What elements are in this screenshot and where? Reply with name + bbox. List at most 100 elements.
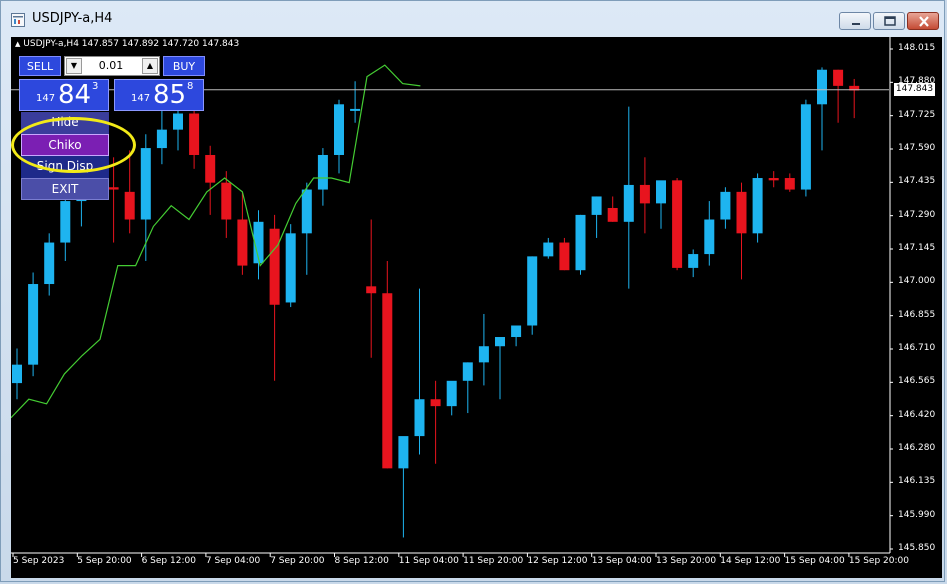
sign-disp-button[interactable]: Sign Disp <box>21 156 109 178</box>
candle <box>688 249 699 278</box>
candle-body <box>656 180 666 204</box>
candle-body <box>382 293 393 469</box>
candle-body <box>543 242 554 257</box>
current-price-label: 147.843 <box>894 83 935 96</box>
candle-body <box>317 154 328 190</box>
candle <box>478 313 489 386</box>
candle <box>269 214 280 381</box>
chart-symbol-header: ▲ USDJPY-a,H4 147.857 147.892 147.720 14… <box>15 39 239 49</box>
candle <box>495 337 505 400</box>
candle <box>784 173 795 192</box>
candle <box>382 260 393 469</box>
buy-price-pip: 8 <box>187 81 194 92</box>
candle-body <box>124 191 135 220</box>
candle <box>44 233 55 296</box>
candle-body <box>688 254 699 268</box>
candle-body <box>12 364 22 384</box>
price-tick-label: 145.850 <box>898 543 936 553</box>
candle-body <box>334 104 344 155</box>
close-icon <box>919 16 929 27</box>
lot-decrease-icon[interactable]: ▼ <box>66 58 82 74</box>
sell-price-button[interactable]: 147 84 3 <box>19 79 109 111</box>
time-tick-label: 5 Sep 20:00 <box>77 556 132 566</box>
candle <box>414 288 425 455</box>
candle-body <box>398 436 409 469</box>
candle-body <box>511 325 522 338</box>
candle <box>559 237 570 271</box>
candle <box>849 78 860 119</box>
candle <box>398 436 409 538</box>
lot-increase-icon[interactable]: ▲ <box>142 58 158 74</box>
price-axis[interactable]: 148.015 147.880 147.725 147.590 147.435 147.2… <box>895 37 942 578</box>
candle <box>591 196 602 238</box>
sell-button[interactable]: SELL <box>19 56 61 76</box>
candle-body <box>817 69 827 105</box>
candle-body <box>237 219 248 266</box>
candle <box>527 256 538 335</box>
price-tick-label: 146.420 <box>898 409 936 420</box>
candle <box>108 157 119 243</box>
candle-body <box>591 196 602 215</box>
candle-body <box>768 178 779 181</box>
candle <box>366 219 377 358</box>
candle <box>350 81 361 123</box>
candle <box>736 182 747 280</box>
buy-button[interactable]: BUY <box>163 56 205 76</box>
candle-body <box>173 113 183 130</box>
price-tick-label: 146.855 <box>898 309 936 320</box>
candle <box>768 171 779 188</box>
sell-price-pip: 3 <box>92 81 99 92</box>
title-bar[interactable]: USDJPY-a,H4 <box>1 1 946 35</box>
price-tick-label: 148.015 <box>898 43 936 53</box>
price-tick-label: 147.725 <box>898 109 936 120</box>
lot-size-value[interactable]: 0.01 <box>89 59 133 72</box>
price-tick-label: 146.710 <box>898 343 936 353</box>
candle <box>301 182 312 275</box>
maximize-button[interactable] <box>873 12 905 30</box>
candle-body <box>446 380 457 407</box>
candle <box>205 145 216 215</box>
buy-price-button[interactable]: 147 85 8 <box>114 79 204 111</box>
lot-size-field[interactable]: ▼ 0.01 ▲ <box>64 56 160 76</box>
time-tick-label: 7 Sep 20:00 <box>270 556 325 566</box>
close-button[interactable] <box>907 12 939 30</box>
price-tick-label: 147.590 <box>898 143 936 153</box>
time-tick-label: 5 Sep 2023 <box>13 556 65 566</box>
candle-body <box>462 362 473 381</box>
hide-button[interactable]: Hide <box>21 112 109 134</box>
candle <box>285 224 296 308</box>
candle <box>639 157 650 234</box>
candle-body <box>366 286 377 294</box>
chart-window-icon <box>11 12 25 27</box>
window-title: USDJPY-a,H4 <box>32 11 113 26</box>
candle-body <box>833 69 844 86</box>
time-tick-label: 6 Sep 12:00 <box>141 556 196 566</box>
candle <box>430 380 441 464</box>
candle-body <box>527 256 538 326</box>
price-chart[interactable]: ▲ USDJPY-a,H4 147.857 147.892 147.720 14… <box>11 37 942 578</box>
time-tick-label: 8 Sep 12:00 <box>334 556 389 566</box>
minimize-button[interactable] <box>839 12 871 30</box>
collapse-triangle-icon[interactable]: ▲ <box>15 40 20 48</box>
candle <box>800 99 811 197</box>
buy-price-big: 85 <box>153 80 187 110</box>
candle <box>607 196 618 222</box>
candle <box>720 187 731 229</box>
chiko-button[interactable]: Chiko <box>21 134 109 156</box>
candle-body <box>44 242 55 285</box>
candle-body <box>559 242 570 271</box>
exit-button[interactable]: EXIT <box>21 178 109 200</box>
candle <box>446 380 457 416</box>
candle-body <box>623 184 634 222</box>
candle <box>462 362 473 414</box>
price-tick-label: 147.145 <box>898 243 936 253</box>
time-tick-label: 14 Sep 12:00 <box>720 556 781 566</box>
time-tick-label: 15 Sep 20:00 <box>848 556 909 566</box>
candle <box>511 325 522 347</box>
candle-body <box>800 104 811 190</box>
buy-price-prefix: 147 <box>131 93 151 104</box>
candle <box>575 214 586 275</box>
candle <box>817 67 827 151</box>
candle <box>833 69 844 123</box>
candle-body <box>285 233 296 303</box>
